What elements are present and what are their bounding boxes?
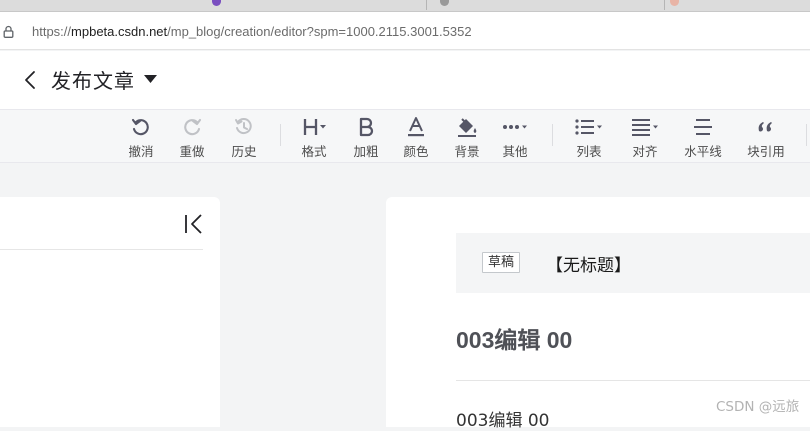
- more-button[interactable]: 其他: [494, 110, 536, 164]
- editor-toolbar: 撤消 重做 历史 格式 加粗 颜色 背景 其他 列表 对齐 水平线 块引用: [0, 109, 810, 163]
- tab-divider: [664, 0, 665, 10]
- editor-area[interactable]: [386, 197, 810, 427]
- background-color-label: 背景: [454, 144, 480, 159]
- text-color-icon: [408, 117, 424, 137]
- more-dots-icon: [503, 125, 527, 129]
- article-heading[interactable]: 003编辑 00: [456, 321, 572, 355]
- url-text[interactable]: https://mpbeta.csdn.net/mp_blog/creation…: [32, 24, 472, 39]
- align-icon: [632, 119, 658, 136]
- quote-icon: [758, 122, 772, 132]
- horizontal-rule-button[interactable]: 水平线: [680, 110, 726, 164]
- document-title[interactable]: 【无标题】: [546, 251, 631, 276]
- url-domain: mpbeta.csdn.net: [71, 24, 168, 39]
- heading-divider: [456, 380, 810, 381]
- blockquote-button[interactable]: 块引用: [742, 110, 790, 164]
- align-button[interactable]: 对齐: [622, 110, 668, 164]
- history-label: 历史: [231, 144, 257, 159]
- tab-favicon-icon[interactable]: [440, 0, 449, 6]
- text-color-label: 颜色: [403, 144, 429, 159]
- history-button[interactable]: 历史: [223, 110, 265, 164]
- bold-label: 加粗: [353, 144, 379, 159]
- panel-divider: [0, 249, 203, 250]
- horizontal-rule-icon: [694, 119, 712, 135]
- redo-icon: [184, 118, 202, 136]
- paint-bucket-icon: [458, 118, 477, 137]
- history-icon: [235, 118, 252, 135]
- back-arrow-icon[interactable]: [22, 69, 40, 91]
- more-label: 其他: [502, 144, 528, 159]
- toolbar-divider: [806, 124, 807, 146]
- collapse-panel-icon[interactable]: [184, 214, 204, 234]
- heading-icon: [303, 119, 326, 135]
- list-icon: [575, 119, 602, 135]
- redo-label: 重做: [179, 144, 205, 159]
- list-label: 列表: [576, 144, 602, 159]
- toolbar-divider: [280, 124, 281, 146]
- csdn-watermark: CSDN @远旅: [716, 399, 800, 415]
- list-button[interactable]: 列表: [566, 110, 612, 164]
- undo-button[interactable]: 撤消: [120, 110, 162, 164]
- page-header: 发布文章: [0, 51, 810, 109]
- tab-favicon-icon[interactable]: [212, 0, 221, 6]
- toolbar-divider: [552, 124, 553, 146]
- text-color-button[interactable]: 颜色: [395, 110, 437, 164]
- caret-down-icon[interactable]: [143, 74, 158, 84]
- blockquote-label: 块引用: [747, 144, 785, 159]
- undo-label: 撤消: [128, 144, 154, 159]
- address-bar[interactable]: https://mpbeta.csdn.net/mp_blog/creation…: [0, 12, 810, 50]
- bold-icon: [359, 117, 374, 137]
- tab-divider: [426, 0, 427, 10]
- outline-panel: [0, 197, 220, 427]
- lock-icon[interactable]: [3, 25, 14, 38]
- article-body-text[interactable]: 003编辑 00: [456, 406, 549, 431]
- background-color-button[interactable]: 背景: [446, 110, 488, 164]
- undo-icon: [131, 118, 149, 136]
- url-path: /mp_blog/creation/editor?spm=1000.2115.3…: [167, 24, 472, 39]
- format-label: 格式: [301, 144, 327, 159]
- browser-tab-strip: [0, 0, 810, 12]
- bold-button[interactable]: 加粗: [345, 110, 387, 164]
- horizontal-rule-label: 水平线: [684, 144, 722, 159]
- page-title: 发布文章: [51, 69, 135, 93]
- url-scheme: https://: [32, 24, 72, 39]
- redo-button[interactable]: 重做: [171, 110, 213, 164]
- tab-favicon-icon[interactable]: [670, 0, 679, 6]
- align-label: 对齐: [632, 144, 658, 159]
- format-button[interactable]: 格式: [293, 110, 335, 164]
- draft-badge: 草稿: [482, 252, 521, 273]
